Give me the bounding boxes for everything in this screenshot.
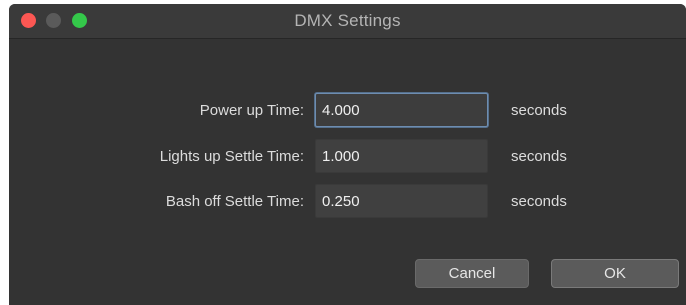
lights-up-settle-time-row: Lights up Settle Time: seconds <box>9 139 686 175</box>
power-up-time-row: Power up Time: seconds <box>9 93 686 129</box>
dmx-settings-window: DMX Settings Power up Time: seconds Ligh… <box>9 4 686 305</box>
title-bar[interactable]: DMX Settings <box>9 4 686 39</box>
lights-up-settle-time-input[interactable] <box>315 139 488 173</box>
power-up-time-input[interactable] <box>315 93 488 127</box>
bash-off-settle-time-row: Bash off Settle Time: seconds <box>9 184 686 220</box>
bash-off-settle-time-label: Bash off Settle Time: <box>165 193 304 210</box>
bash-off-settle-time-input[interactable] <box>315 184 488 218</box>
power-up-time-label: Power up Time: <box>199 102 304 119</box>
lights-up-settle-time-label: Lights up Settle Time: <box>159 148 304 165</box>
power-up-time-unit: seconds <box>511 102 567 119</box>
ok-button[interactable]: OK <box>551 259 679 288</box>
bash-off-settle-time-unit: seconds <box>511 193 567 210</box>
lights-up-settle-time-unit: seconds <box>511 148 567 165</box>
cancel-button[interactable]: Cancel <box>415 259 529 288</box>
window-title: DMX Settings <box>294 11 401 30</box>
